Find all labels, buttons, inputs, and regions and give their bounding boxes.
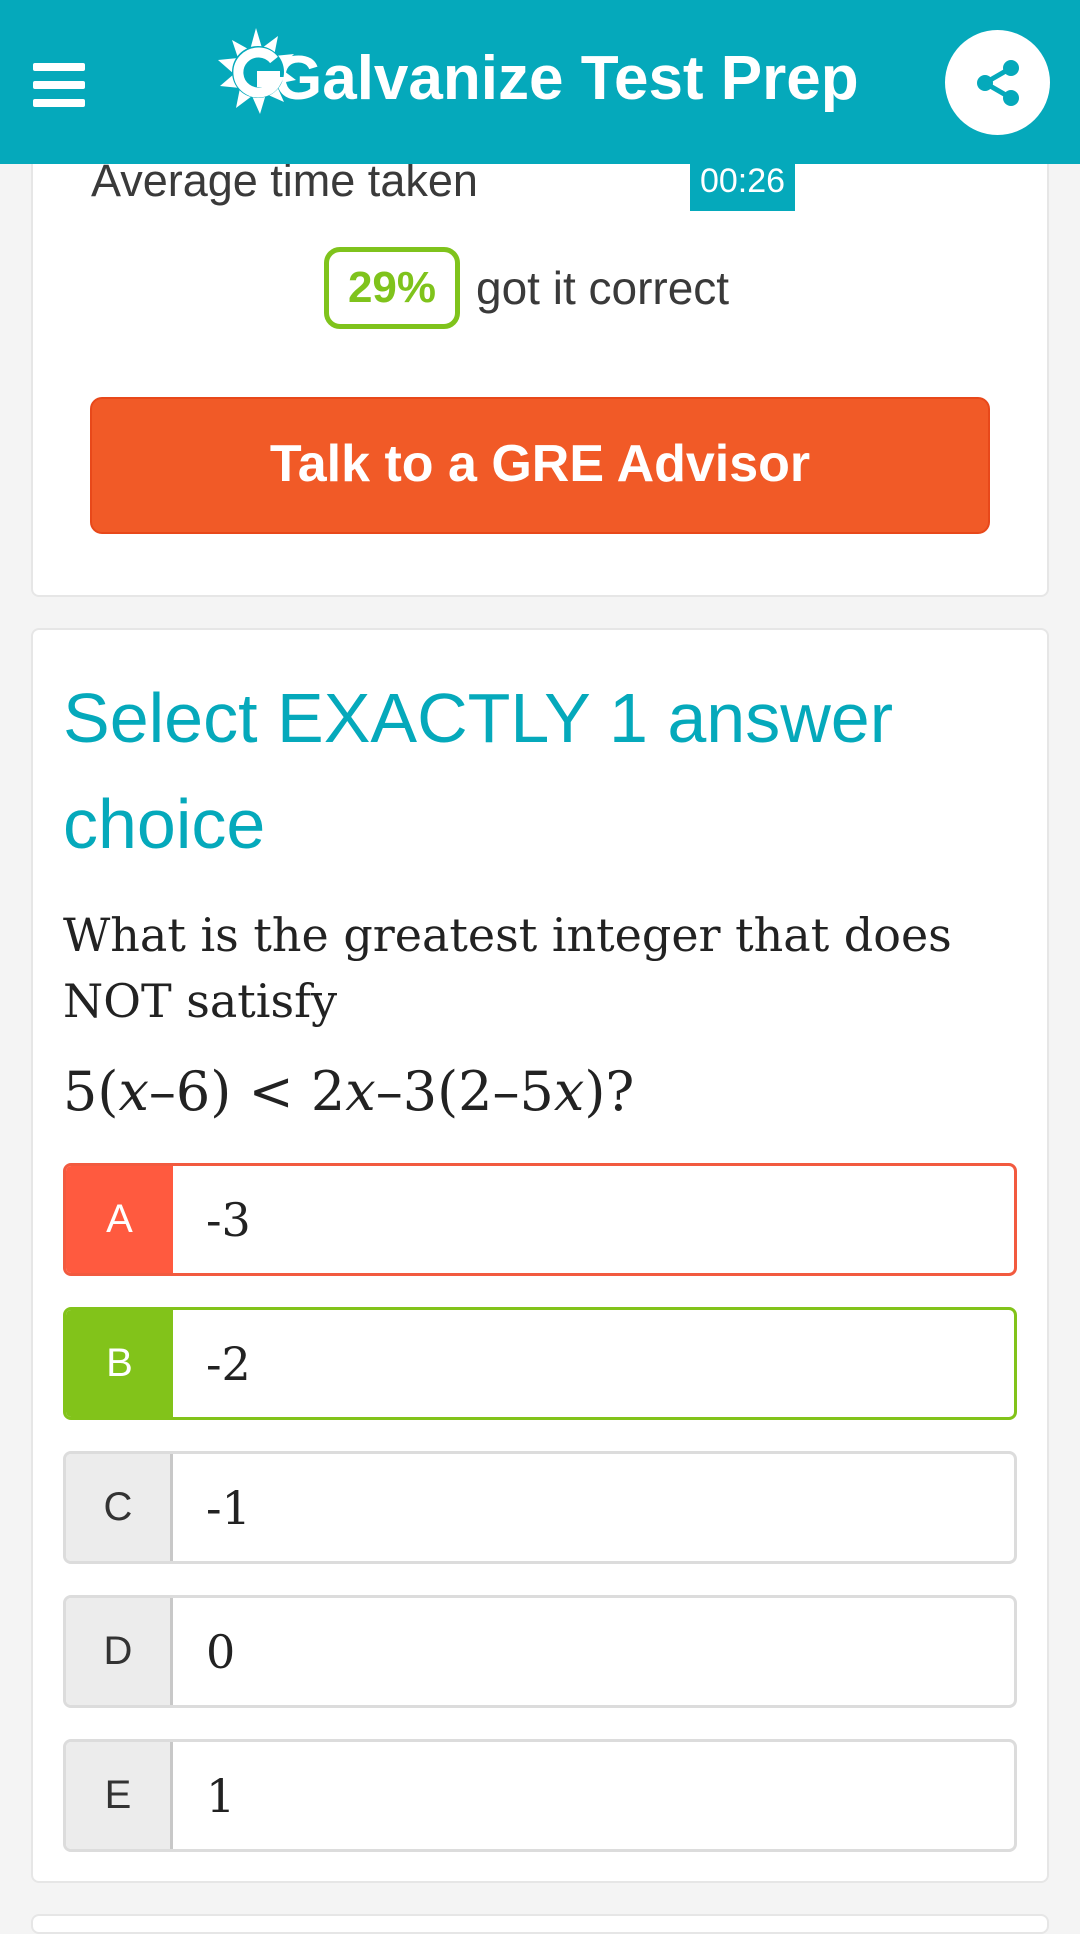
choice-letter: D	[66, 1598, 173, 1705]
brand-logo[interactable]: Galvanize Test Prep	[216, 20, 859, 130]
share-icon	[976, 59, 1019, 106]
top-app-bar: Galvanize Test Prep	[0, 0, 1080, 164]
choice-value: 0	[206, 1624, 236, 1679]
answer-choice-e[interactable]: E 1	[63, 1739, 1017, 1852]
question-prompt: What is the greatest integer that does N…	[63, 908, 952, 1028]
next-card-edge	[31, 1914, 1049, 1934]
question-equation: 5(x–6) < 2x–3(2–5x)?	[63, 1060, 635, 1123]
choice-letter: E	[66, 1742, 173, 1849]
brand-title: Galvanize Test Prep	[274, 43, 859, 113]
share-button[interactable]	[945, 30, 1050, 135]
talk-to-advisor-button[interactable]: Talk to a GRE Advisor	[90, 397, 990, 534]
answer-instruction: Select EXACTLY 1 answer choice	[63, 679, 894, 863]
percent-correct-label: got it correct	[476, 262, 730, 314]
answer-choice-b[interactable]: B -2	[63, 1307, 1017, 1420]
choice-value: 1	[206, 1768, 236, 1823]
galvanize-spark-icon	[216, 20, 296, 130]
percent-correct-badge: 29%	[324, 247, 460, 329]
choice-value: -1	[206, 1480, 251, 1535]
answer-choice-a[interactable]: A -3	[63, 1163, 1017, 1276]
answer-choice-d[interactable]: D 0	[63, 1595, 1017, 1708]
choice-letter: B	[66, 1310, 173, 1417]
answer-choice-c[interactable]: C -1	[63, 1451, 1017, 1564]
choice-letter: C	[66, 1454, 173, 1561]
choice-value: -2	[206, 1336, 251, 1391]
percent-correct-row: 29% got it correct	[324, 247, 729, 329]
choice-letter: A	[66, 1166, 173, 1273]
hamburger-menu-icon[interactable]	[33, 63, 85, 107]
choice-value: -3	[206, 1192, 251, 1247]
